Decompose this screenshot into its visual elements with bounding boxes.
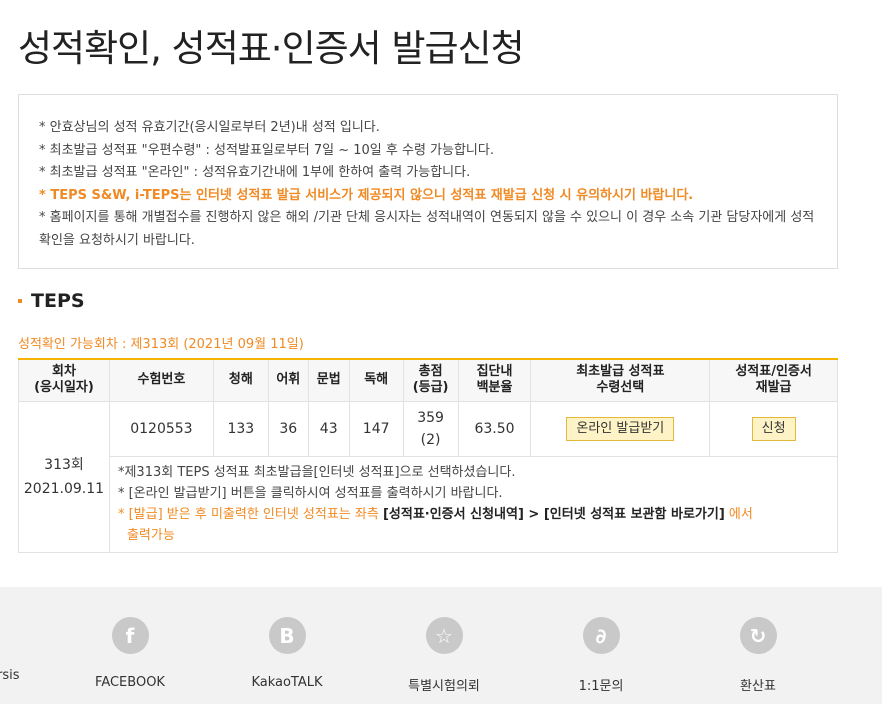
footer-partial-label[interactable]: rsis	[0, 668, 20, 683]
footer-conversion[interactable]: ↻ 환산표	[698, 617, 818, 694]
header-first-issue: 최초발급 성적표 수령선택	[530, 359, 711, 402]
message-line-3: * [발급] 받은 후 미출력한 인터넷 성적표는 좌측 [성적표·인증서 신청…	[117, 506, 753, 522]
footer-bar: rsis f FACEBOOK B KakaoTALK ☆ 특별시험의뢰 ∂ 1…	[0, 587, 882, 704]
section-heading: TEPS	[18, 290, 85, 312]
section-title: TEPS	[31, 290, 85, 312]
cell-reissue: 신청	[709, 400, 838, 457]
bullet-icon	[18, 299, 22, 303]
cell-exam-no: 0120553	[108, 400, 214, 457]
notice-validity: * 안효상님의 성적 유효기간(응시일로부터 2년)내 성적 입니다.	[39, 120, 380, 135]
header-percentile: 집단내 백분율	[457, 359, 532, 402]
footer-conversion-label: 환산표	[740, 679, 776, 694]
header-reissue: 성적표/인증서 재발급	[709, 359, 838, 402]
footer-inquiry[interactable]: ∂ 1:1문의	[541, 617, 661, 694]
table-message-row: *제313회 TEPS 성적표 최초발급을[인터넷 성적표]으로 선택하셨습니다…	[19, 455, 839, 553]
cell-listening: 133	[212, 400, 269, 457]
notice-box: * 안효상님의 성적 유효기간(응시일로부터 2년)내 성적 입니다. * 최초…	[18, 94, 838, 269]
reissue-apply-button[interactable]: 신청	[751, 416, 796, 441]
score-table: 회차 (응시일자) 수험번호 청해 어휘 문법 독해 총점 (등급) 집단내 백분율 …	[18, 358, 839, 553]
footer-facebook[interactable]: f FACEBOOK	[70, 617, 190, 690]
header-reading: 독해	[348, 359, 404, 402]
footer-inquiry-label: 1:1문의	[578, 679, 624, 694]
header-exam-no: 수험번호	[108, 359, 214, 402]
cell-grammar: 43	[307, 400, 350, 457]
page-title: 성적확인, 성적표·인증서 발급신청	[18, 27, 525, 70]
header-total: 총점 (등급)	[402, 359, 459, 402]
notice-mail: * 최초발급 성적표 "우편수령" : 성적발표일로부터 7일 ~ 10일 후 …	[39, 142, 494, 158]
cell-percentile: 63.50	[457, 400, 532, 457]
issue-message: *제313회 TEPS 성적표 최초발급을[인터넷 성적표]으로 선택하셨습니다…	[108, 455, 839, 553]
cell-round: 313회 2021.09.11	[18, 400, 110, 553]
cell-vocab: 36	[267, 400, 309, 457]
notice-overseas: * 홈페이지를 통해 개별접수를 진행하지 않은 해외 /기관 단체 응시자는 …	[39, 210, 815, 248]
table-row: 313회 2021.09.11 0120553 133 36 43 147 359…	[18, 400, 838, 553]
online-issue-button[interactable]: 온라인 발급받기	[566, 416, 675, 441]
facebook-icon: f	[111, 617, 149, 654]
star-icon: ☆	[425, 617, 463, 654]
message-line-4: 출력가능	[126, 527, 175, 543]
header-grammar: 문법	[307, 359, 350, 402]
cell-reading: 147	[348, 400, 404, 457]
header-listening: 청해	[212, 359, 269, 402]
message-line-2: * [온라인 발급받기] 버튼을 클릭하시여 성적표를 출력하시기 바랍니다.	[117, 485, 503, 501]
cell-first-issue: 온라인 발급받기	[530, 400, 711, 457]
header-vocab: 어휘	[267, 359, 309, 402]
kakaotalk-icon: B	[268, 617, 306, 654]
cell-total: 359 (2)	[402, 400, 459, 457]
table-header-row: 회차 (응시일자) 수험번호 청해 어휘 문법 독해 총점 (등급) 집단내 백분율 …	[18, 359, 838, 402]
footer-special-exam-label: 특별시험의뢰	[408, 679, 480, 694]
header-round: 회차 (응시일자)	[18, 359, 110, 402]
message-line-1: *제313회 TEPS 성적표 최초발급을[인터넷 성적표]으로 선택하셨습니다…	[117, 464, 516, 480]
footer-facebook-label: FACEBOOK	[95, 675, 165, 690]
footer-kakaotalk-label: KakaoTALK	[251, 675, 323, 690]
archive-link[interactable]: [성적표·인증서 신청내역] > [인터넷 성적표 보관함 바로가기]	[383, 507, 725, 522]
available-rounds: 성적확인 가능회차 : 제313회 (2021년 09월 11일)	[18, 337, 304, 352]
chat-icon: ∂	[582, 617, 620, 654]
notice-warning: * TEPS S&W, i-TEPS는 인터넷 성적표 발급 서비스가 제공되지…	[39, 187, 694, 203]
refresh-icon: ↻	[739, 617, 777, 654]
footer-special-exam[interactable]: ☆ 특별시험의뢰	[384, 617, 504, 694]
notice-online: * 최초발급 성적표 "온라인" : 성적유효기간내에 1부에 한하여 출력 가…	[39, 165, 471, 180]
footer-kakaotalk[interactable]: B KakaoTALK	[227, 617, 347, 690]
